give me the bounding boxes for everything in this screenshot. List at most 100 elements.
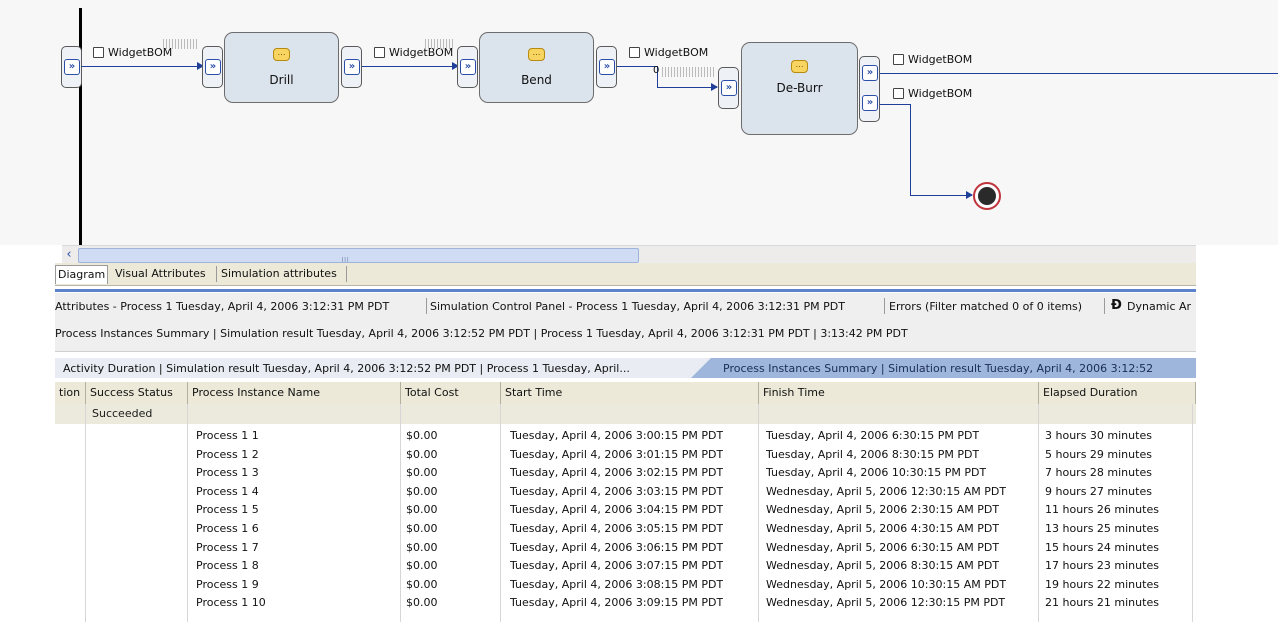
table-row[interactable]: Process 1 9 $0.00 Tuesday, April 4, 2006…	[55, 575, 1196, 594]
group-row-succeeded[interactable]: Succeeded	[55, 404, 1196, 424]
cell-elapsed-duration: 17 hours 23 minutes	[1045, 559, 1159, 573]
cell-elapsed-duration: 21 hours 21 minutes	[1045, 596, 1159, 610]
connector-bend-deburr[interactable]	[617, 66, 657, 67]
view-separator	[55, 289, 1196, 292]
cell-finish-time: Tuesday, April 4, 2006 6:30:15 PM PDT	[766, 429, 980, 442]
cell-start-time: Tuesday, April 4, 2006 3:06:15 PM PDT	[510, 540, 724, 554]
port-arrow-icon: »	[460, 59, 476, 75]
drill-input-port[interactable]: »	[202, 46, 223, 88]
process-input-port[interactable]: »	[61, 46, 82, 88]
port-arrow-icon: »	[344, 59, 360, 75]
task-de-burr[interactable]: … De-Burr	[741, 42, 858, 135]
cell-elapsed-duration: 15 hours 24 minutes	[1045, 540, 1159, 554]
scrollbar-thumb[interactable]: |||	[78, 248, 639, 263]
port-arrow-icon: »	[64, 59, 80, 75]
end-event[interactable]	[973, 182, 1001, 210]
view-title-bar: Process Instances Summary | Simulation r…	[55, 319, 1196, 352]
business-object-label: WidgetBOM	[629, 46, 708, 59]
port-arrow-icon: »	[721, 80, 737, 96]
result-tab-bar: Activity Duration | Simulation result Tu…	[55, 358, 1196, 378]
cell-start-time: Tuesday, April 4, 2006 3:05:15 PM PDT	[510, 522, 724, 535]
cell-start-time: Tuesday, April 4, 2006 3:04:15 PM PDT	[510, 503, 724, 517]
connector-deburr-end[interactable]	[880, 104, 910, 105]
connector-deburr-output[interactable]	[880, 73, 1278, 74]
cell-finish-time: Wednesday, April 5, 2006 8:30:15 AM PDT	[766, 559, 1000, 573]
process-diagram-canvas[interactable]: » WidgetBOM » … Drill » WidgetBOM » … Be…	[0, 0, 1278, 245]
tab-diagram[interactable]: Diagram	[55, 265, 109, 284]
drill-output-port[interactable]: »	[341, 46, 362, 88]
table-row[interactable]: Process 1 4 $0.00 Tuesday, April 4, 2006…	[55, 482, 1196, 501]
tab-dynamic-analysis[interactable]: Dynamic Ar	[1127, 300, 1191, 313]
table-row[interactable]: Process 1 1 $0.00 Tuesday, April 4, 2006…	[55, 426, 1196, 445]
tab-simulation-attributes[interactable]: Simulation attributes	[219, 265, 339, 283]
table-row[interactable]: Process 1 8 $0.00 Tuesday, April 4, 2006…	[55, 556, 1196, 575]
table-row[interactable]: Process 1 3 $0.00 Tuesday, April 4, 2006…	[55, 463, 1196, 482]
port-arrow-icon: »	[862, 65, 878, 81]
business-object-icon	[893, 54, 904, 65]
port-arrow-icon: »	[599, 59, 615, 75]
cell-elapsed-duration: 13 hours 25 minutes	[1045, 522, 1159, 535]
task-label: Bend	[521, 73, 552, 87]
column-header-start-time[interactable]: Start Time	[501, 382, 759, 404]
tab-errors[interactable]: Errors (Filter matched 0 of 0 items)	[889, 300, 1082, 313]
table-header: tion Success Status Process Instance Nam…	[55, 382, 1196, 405]
cell-total-cost: $0.00	[406, 540, 438, 554]
bend-output-port[interactable]: »	[596, 46, 617, 88]
task-drill[interactable]: … Drill	[224, 32, 339, 103]
cell-instance-name: Process 1 3	[196, 466, 259, 480]
column-header-duration[interactable]: tion	[55, 382, 86, 404]
connector-drill-bend[interactable]	[362, 66, 460, 67]
deburr-input-port[interactable]: »	[718, 67, 739, 109]
tab-separator	[1104, 298, 1105, 314]
table-row[interactable]: Process 1 7 $0.00 Tuesday, April 4, 2006…	[55, 538, 1196, 557]
arrow-left-icon[interactable]: ‹	[62, 246, 76, 263]
business-object-icon	[374, 47, 385, 58]
business-object-icon	[93, 47, 104, 58]
table-row[interactable]: Process 1 5 $0.00 Tuesday, April 4, 2006…	[55, 500, 1196, 519]
cell-total-cost: $0.00	[406, 596, 438, 610]
tab-attributes[interactable]: Attributes - Process 1 Tuesday, April 4,…	[55, 300, 389, 313]
table-row[interactable]: Process 1 10 $0.00 Tuesday, April 4, 200…	[55, 593, 1196, 612]
deburr-output-port[interactable]: » »	[859, 56, 880, 122]
cell-total-cost: $0.00	[406, 577, 438, 591]
group-label: Succeeded	[92, 407, 153, 420]
queue-indicator	[425, 39, 455, 49]
tab-separator	[426, 298, 427, 314]
cell-total-cost: $0.00	[406, 447, 438, 461]
cell-elapsed-duration: 9 hours 27 minutes	[1045, 484, 1152, 498]
cell-instance-name: Process 1 9	[196, 577, 259, 591]
cell-total-cost: $0.00	[406, 559, 438, 573]
tab-label: Process Instances Summary | Simulation r…	[723, 362, 1154, 375]
cell-total-cost: $0.00	[406, 466, 438, 480]
connector-deburr-end-h	[910, 195, 972, 196]
cell-start-time: Tuesday, April 4, 2006 3:08:15 PM PDT	[510, 577, 724, 591]
business-object-icon	[893, 88, 904, 99]
bend-input-port[interactable]: »	[457, 46, 478, 88]
table-row[interactable]: Process 1 6 $0.00 Tuesday, April 4, 2006…	[55, 519, 1196, 538]
connector-input-drill[interactable]	[81, 66, 205, 67]
task-icon: …	[791, 60, 808, 73]
cell-start-time: Tuesday, April 4, 2006 3:01:15 PM PDT	[510, 447, 724, 461]
business-object-label: WidgetBOM	[93, 46, 172, 59]
column-header-process-instance-name[interactable]: Process Instance Name	[188, 382, 401, 404]
cell-instance-name: Process 1 8	[196, 559, 259, 573]
cell-elapsed-duration: 7 hours 28 minutes	[1045, 466, 1152, 480]
column-header-total-cost[interactable]: Total Cost	[401, 382, 501, 404]
queue-indicator	[662, 67, 714, 77]
table-row[interactable]: Process 1 2 $0.00 Tuesday, April 4, 2006…	[55, 445, 1196, 464]
diagram-horizontal-scrollbar[interactable]: ‹ |||	[62, 245, 1196, 263]
tab-separator	[884, 298, 885, 314]
process-instances-table[interactable]: tion Success Status Process Instance Nam…	[55, 382, 1196, 622]
tab-simulation-control-panel[interactable]: Simulation Control Panel - Process 1 Tue…	[430, 300, 845, 313]
column-header-elapsed-duration[interactable]: Elapsed Duration	[1039, 382, 1196, 404]
cell-finish-time: Wednesday, April 5, 2006 4:30:15 AM PDT	[766, 522, 1000, 535]
active-view-title[interactable]: Process Instances Summary | Simulation r…	[55, 327, 908, 340]
tab-process-instances-summary[interactable]: Process Instances Summary | Simulation r…	[711, 358, 1196, 378]
tab-visual-attributes[interactable]: Visual Attributes	[113, 265, 208, 283]
cell-start-time: Tuesday, April 4, 2006 3:09:15 PM PDT	[510, 596, 724, 610]
task-bend[interactable]: … Bend	[479, 32, 594, 103]
column-header-finish-time[interactable]: Finish Time	[759, 382, 1039, 404]
tab-activity-duration[interactable]: Activity Duration | Simulation result Tu…	[63, 362, 630, 375]
column-header-success-status[interactable]: Success Status	[86, 382, 188, 404]
cell-instance-name: Process 1 5	[196, 503, 259, 517]
